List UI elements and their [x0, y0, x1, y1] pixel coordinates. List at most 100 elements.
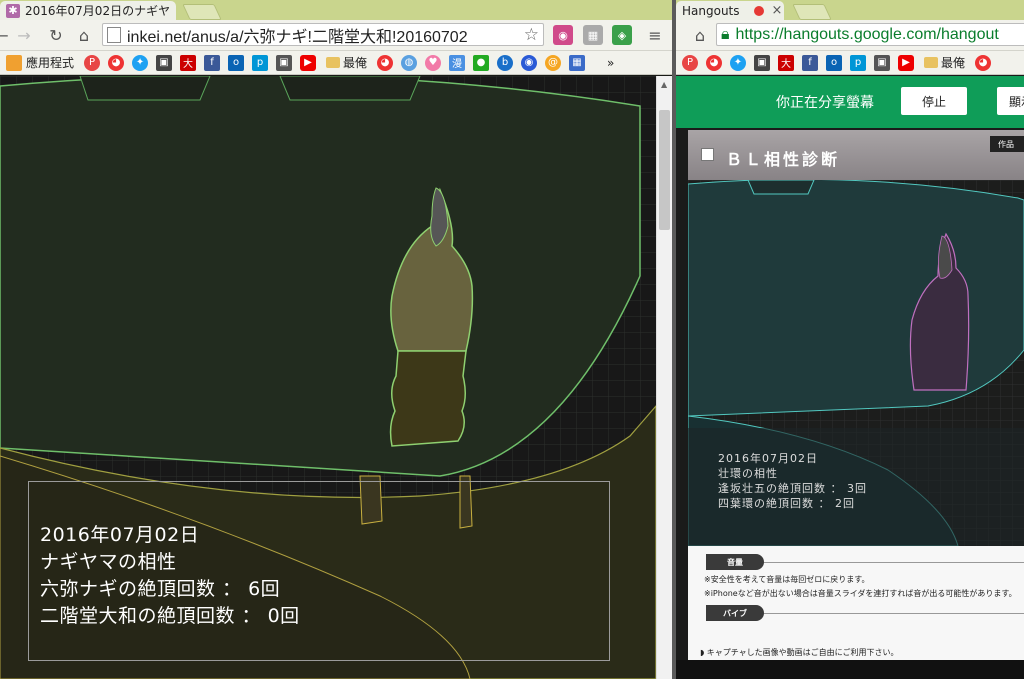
bookmark-twitter-icon[interactable]: ✦: [132, 54, 149, 71]
shared-game-viewport: 2016年07月02日 壮環の相性 逢坂壮五の絶頂回数 ： 3回 四葉環の絶頂回…: [688, 180, 1024, 546]
bookmark-facebook-icon[interactable]: f: [204, 54, 221, 71]
bookmark-outlook-icon[interactable]: o: [826, 54, 842, 71]
bookmark-weibo-icon[interactable]: ◕: [108, 54, 125, 71]
more-bookmarks-icon[interactable]: »: [607, 56, 614, 70]
recording-icon: [753, 5, 764, 16]
volume-label[interactable]: 音量: [706, 554, 764, 570]
folder-label[interactable]: 最俺: [343, 54, 367, 71]
volume-slider[interactable]: [758, 562, 1024, 563]
bookmark-grid-icon[interactable]: ▦: [569, 54, 586, 71]
forward-icon[interactable]: →: [14, 25, 34, 45]
left-active-tab[interactable]: ✱ 2016年07月02日のナギヤ ×: [0, 1, 176, 20]
app-title: ＢＬ相性診断: [726, 150, 841, 169]
right-url: https://hangouts.google.com/hangout: [735, 25, 999, 43]
bookmark-pixiv-icon[interactable]: p: [252, 54, 269, 71]
show-button[interactable]: 顯示: [997, 87, 1024, 115]
menu-icon[interactable]: ≡: [645, 25, 665, 45]
bookmark-twitter-icon[interactable]: ✦: [730, 54, 746, 71]
page-icon: [107, 26, 121, 43]
bookmark-p-icon[interactable]: P: [84, 54, 101, 71]
extension-shield-icon[interactable]: ◈: [612, 25, 632, 45]
lock-icon: 🔒︎: [721, 25, 730, 43]
share-status-text: 你正在分享螢幕: [776, 95, 874, 111]
volume-note-1: ※安全性を考えて音量は毎回ゼロに戻ります。: [704, 575, 870, 584]
star-icon[interactable]: ☆: [524, 25, 539, 45]
right-tabstrip: Hangouts ×: [676, 0, 1024, 20]
bookmark-dai-icon[interactable]: 大: [180, 54, 197, 71]
vibe-label[interactable]: バイブ: [706, 605, 764, 621]
footer-note-text: キャプチャした画像や動画はご自由にご利用下さい。: [706, 648, 899, 657]
bookmark-weibo2-icon[interactable]: ◕: [975, 54, 992, 71]
bookmark-at-icon[interactable]: @: [545, 54, 562, 71]
bookmark-manga-icon[interactable]: 漫: [449, 54, 466, 71]
bookmark-p-icon[interactable]: P: [682, 54, 698, 71]
left-tab-title: 2016年07月02日のナギヤ: [25, 4, 171, 18]
home-icon[interactable]: ⌂: [690, 25, 710, 45]
home-icon[interactable]: ⌂: [74, 25, 94, 45]
app-header: ＢＬ相性診断 作品: [688, 130, 1024, 180]
folder-icon: [326, 57, 341, 68]
app-logo-icon: [701, 148, 714, 161]
result-line-2: 二階堂大和の絶頂回数 ： 0回: [40, 605, 300, 627]
bookmark-facebook-icon[interactable]: f: [802, 54, 818, 71]
left-toolbar: ← → ↻ ⌂ inkei.net/anus/a/六弥ナギ!二階堂大和!2016…: [0, 20, 672, 51]
right-active-tab[interactable]: Hangouts ×: [676, 1, 784, 20]
shared-result-pair: 壮環の相性: [718, 467, 778, 480]
left-url: inkei.net/anus/a/六弥ナギ!二階堂大和!20160702: [127, 28, 468, 46]
vibe-slider[interactable]: [758, 613, 1024, 614]
bookmark-weibo-icon[interactable]: ◕: [706, 54, 722, 71]
taskbar-strip: [676, 660, 1024, 679]
new-tab-button[interactable]: [792, 4, 832, 20]
bookmark-pixiv-icon[interactable]: p: [850, 54, 866, 71]
apps-icon[interactable]: [6, 54, 22, 71]
bookmark-dai-icon[interactable]: 大: [778, 54, 794, 71]
stop-share-button[interactable]: 停止: [901, 87, 967, 115]
back-icon[interactable]: ←: [0, 25, 12, 45]
left-scrollbar[interactable]: ▲: [656, 76, 672, 679]
scroll-up-icon[interactable]: ▲: [661, 80, 667, 89]
bookmark-niconico-icon[interactable]: ▣: [276, 54, 293, 71]
bookmark-green-icon[interactable]: ●: [473, 54, 490, 71]
bookmark-niconico-icon[interactable]: ▣: [874, 54, 890, 71]
right-bookmarks-bar: P ◕ ✦ ▣ 大 f o p ▣ ▶ 最俺 ◕: [676, 51, 1024, 75]
shared-result-line-1: 逢坂壮五の絶頂回数 ： 3回: [718, 482, 867, 495]
close-icon[interactable]: ×: [772, 3, 783, 18]
app-tag[interactable]: 作品: [990, 136, 1024, 152]
right-browser-window: Hangouts × ⌂ 🔒︎ https://hangouts.google.…: [676, 0, 1024, 679]
left-tabstrip: ✱ 2016年07月02日のナギヤ ×: [0, 0, 672, 20]
screen-share-bar: 你正在分享螢幕 停止 顯示: [676, 76, 1024, 128]
bullet-icon: ◗: [700, 648, 707, 657]
result-pair: ナギヤマの相性: [40, 551, 177, 573]
right-address-bar[interactable]: 🔒︎ https://hangouts.google.com/hangout: [716, 23, 1024, 46]
bookmark-tv-icon[interactable]: ▣: [156, 54, 173, 71]
scroll-thumb[interactable]: [659, 110, 670, 230]
extension-mascot-icon[interactable]: ◉: [553, 25, 573, 45]
bookmark-outlook-icon[interactable]: o: [228, 54, 245, 71]
bookmark-globe-icon[interactable]: ◉: [521, 54, 538, 71]
bookmark-youtube-icon[interactable]: ▶: [898, 54, 914, 71]
bookmark-blue-icon[interactable]: ◍: [401, 54, 418, 71]
left-bookmarks-bar: 應用程式 P ◕ ✦ ▣ 大 f o p ▣ ▶ 最俺 ◕ ◍ ♥ 漫 ● b …: [0, 51, 672, 75]
new-tab-button[interactable]: [182, 4, 222, 20]
bookmark-heart-icon[interactable]: ♥: [425, 54, 442, 71]
bookmark-weibo2-icon[interactable]: ◕: [377, 54, 394, 71]
bookmark-tv-icon[interactable]: ▣: [754, 54, 770, 71]
apps-label[interactable]: 應用程式: [26, 54, 74, 71]
folder-label[interactable]: 最俺: [941, 54, 965, 71]
right-toolbar: ⌂ 🔒︎ https://hangouts.google.com/hangout: [676, 20, 1024, 51]
right-tab-title: Hangouts: [682, 3, 740, 18]
left-browser-window: ✱ 2016年07月02日のナギヤ × ← → ↻ ⌂ inkei.net/an…: [0, 0, 672, 679]
footer-note: ◗ キャプチャした画像や動画はご自由にご利用下さい。: [700, 647, 899, 658]
bookmark-youtube-icon[interactable]: ▶: [300, 54, 317, 71]
result-line-1: 六弥ナギの絶頂回数 ： 6回: [40, 578, 281, 600]
reload-icon[interactable]: ↻: [46, 25, 66, 45]
controls-panel: 音量 ※安全性を考えて音量は毎回ゼロに戻ります。 ※iPhoneなど音が出ない場…: [688, 546, 1024, 660]
folder-icon: [924, 57, 938, 68]
bookmark-b-icon[interactable]: b: [497, 54, 514, 71]
left-address-bar[interactable]: inkei.net/anus/a/六弥ナギ!二階堂大和!20160702 ☆: [102, 23, 544, 46]
volume-note-2: ※iPhoneなど音が出ない場合は音量スライダを連打すれば音が出る可能性がありま…: [704, 589, 1017, 598]
game-viewport: 2016年07月02日 ナギヤマの相性 六弥ナギの絶頂回数 ： 6回 二階堂大和…: [0, 76, 656, 679]
extension-grid-icon[interactable]: ▦: [583, 25, 603, 45]
shared-result-line-2: 四葉環の絶頂回数 ： 2回: [718, 497, 855, 510]
result-date: 2016年07月02日: [40, 524, 200, 546]
